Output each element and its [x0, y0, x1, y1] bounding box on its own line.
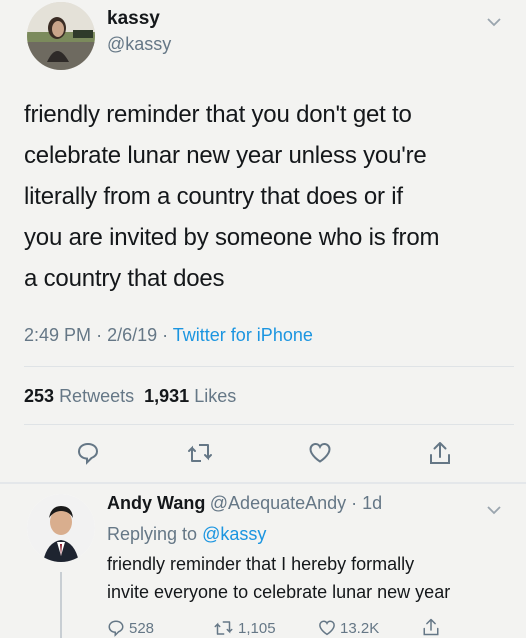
share-icon	[423, 618, 439, 636]
chevron-down-icon[interactable]	[486, 12, 502, 33]
reply-header: Andy Wang @AdequateAndy · 1d	[107, 493, 382, 514]
reply-author-name[interactable]: Andy Wang	[107, 493, 205, 513]
meta-separator: ·	[96, 325, 108, 345]
retweet-button[interactable]	[186, 441, 214, 465]
retweets-count: 253	[24, 386, 55, 406]
author-handle[interactable]: @kassy	[107, 34, 171, 55]
reply-text-line: friendly reminder that I hereby formally	[107, 554, 415, 574]
reply-text-line: invite everyone to celebrate lunar new y…	[107, 582, 451, 602]
likes-count: 1,931	[144, 386, 190, 406]
divider	[0, 482, 526, 484]
tweet-date[interactable]: 2/6/19	[107, 325, 157, 345]
tweet-stats: 253 Retweets 1,931 Likes	[24, 386, 236, 407]
reply-share-button[interactable]	[422, 617, 440, 637]
reply-icon	[108, 620, 124, 637]
author-avatar[interactable]	[27, 2, 95, 70]
retweets-stat[interactable]: 253 Retweets	[24, 386, 134, 406]
reply-icon	[77, 442, 99, 465]
share-button[interactable]	[428, 440, 452, 466]
reply-button[interactable]	[76, 441, 100, 465]
tweet-text-line: a country that does	[24, 265, 225, 292]
reply-reply-button[interactable]: 528	[107, 619, 154, 637]
likes-label: Likes	[194, 386, 237, 406]
reply-author-avatar[interactable]	[27, 494, 95, 562]
divider	[24, 424, 514, 425]
tweet-text-line: celebrate lunar new year unless you're	[24, 142, 427, 169]
retweet-icon	[214, 621, 233, 635]
replying-to: Replying to @kassy	[107, 524, 266, 545]
thread-line	[60, 572, 62, 638]
tweet-source[interactable]: Twitter for iPhone	[173, 325, 313, 345]
meta-separator: ·	[346, 493, 363, 513]
like-count: 13.2K	[340, 619, 380, 637]
share-icon	[430, 442, 450, 464]
retweet-icon	[188, 444, 212, 462]
retweets-label: Retweets	[59, 386, 135, 406]
author-name[interactable]: kassy	[107, 8, 160, 30]
replying-to-mention[interactable]: @kassy	[202, 524, 266, 544]
meta-separator: ·	[162, 325, 173, 345]
tweet-text-line: literally from a country that does or if	[24, 183, 403, 210]
heart-icon	[319, 620, 335, 636]
tweet-text: friendly reminder that you don't get to …	[24, 94, 514, 299]
tweet-time[interactable]: 2:49 PM	[24, 325, 91, 345]
replying-to-label: Replying to	[107, 524, 198, 544]
reply-text: friendly reminder that I hereby formally…	[107, 550, 517, 606]
divider	[24, 366, 514, 367]
reply-age[interactable]: 1d	[362, 493, 382, 513]
reply-retweet-button[interactable]: 1,105	[213, 619, 276, 637]
tweet-text-line: friendly reminder that you don't get to	[24, 101, 412, 128]
reply-count: 528	[129, 619, 155, 637]
like-button[interactable]	[308, 441, 332, 465]
heart-icon	[309, 442, 331, 463]
tweet-meta: 2:49 PM · 2/6/19 · Twitter for iPhone	[24, 325, 313, 346]
likes-stat[interactable]: 1,931 Likes	[144, 386, 236, 406]
tweet-text-line: you are invited by someone who is from	[24, 224, 440, 251]
reply-like-button[interactable]: 13.2K	[318, 619, 379, 637]
chevron-down-icon[interactable]	[486, 500, 502, 521]
reply-author-handle[interactable]: @AdequateAndy	[210, 493, 346, 513]
retweet-count: 1,105	[238, 619, 276, 637]
